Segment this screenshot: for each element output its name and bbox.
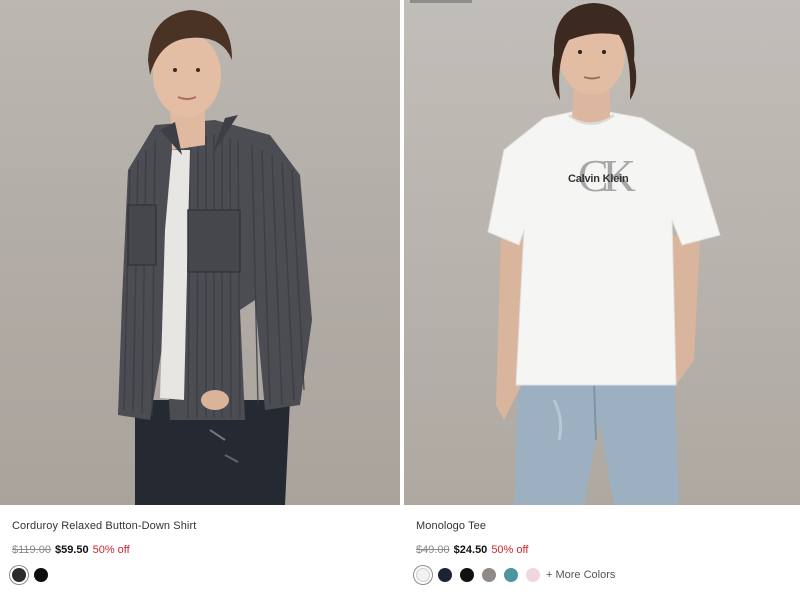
image-indicator-bar [410, 0, 472, 3]
price-row: $49.00 $24.50 50% off [416, 544, 528, 556]
swatch-teal[interactable] [504, 568, 518, 582]
model-corduroy-shirt-illustration [118, 10, 312, 505]
swatch-white[interactable] [416, 568, 430, 582]
product-title[interactable]: Corduroy Relaxed Button-Down Shirt [12, 520, 196, 532]
product-card[interactable]: CK Calvin Klein Monologo Tee $49.00 $24.… [404, 0, 800, 594]
product-title[interactable]: Monologo Tee [416, 520, 486, 532]
discount-label: 50% off [92, 544, 130, 556]
color-swatches: + More Colors [416, 568, 615, 582]
price-row: $119.00 $59.50 50% off [12, 544, 130, 556]
more-colors-link[interactable]: + More Colors [546, 569, 615, 581]
product-image[interactable]: CK Calvin Klein [404, 0, 800, 505]
product-grid: Corduroy Relaxed Button-Down Shirt $119.… [0, 0, 800, 594]
swatch-black[interactable] [34, 568, 48, 582]
swatch-pink[interactable] [526, 568, 540, 582]
color-swatches [12, 568, 48, 582]
sale-price: $24.50 [453, 544, 488, 556]
discount-label: 50% off [491, 544, 529, 556]
original-price: $49.00 [416, 544, 450, 556]
product-card[interactable]: Corduroy Relaxed Button-Down Shirt $119.… [0, 0, 400, 594]
model-monologo-tee-illustration [487, 3, 721, 505]
swatch-charcoal[interactable] [12, 568, 26, 582]
swatch-grey[interactable] [482, 568, 496, 582]
original-price: $119.00 [12, 544, 51, 556]
product-image[interactable] [0, 0, 400, 505]
sale-price: $59.50 [54, 544, 89, 556]
logo-wordmark: Calvin Klein [568, 173, 629, 185]
swatch-navy[interactable] [438, 568, 452, 582]
swatch-black[interactable] [460, 568, 474, 582]
tee-logo: CK Calvin Klein [564, 150, 636, 205]
